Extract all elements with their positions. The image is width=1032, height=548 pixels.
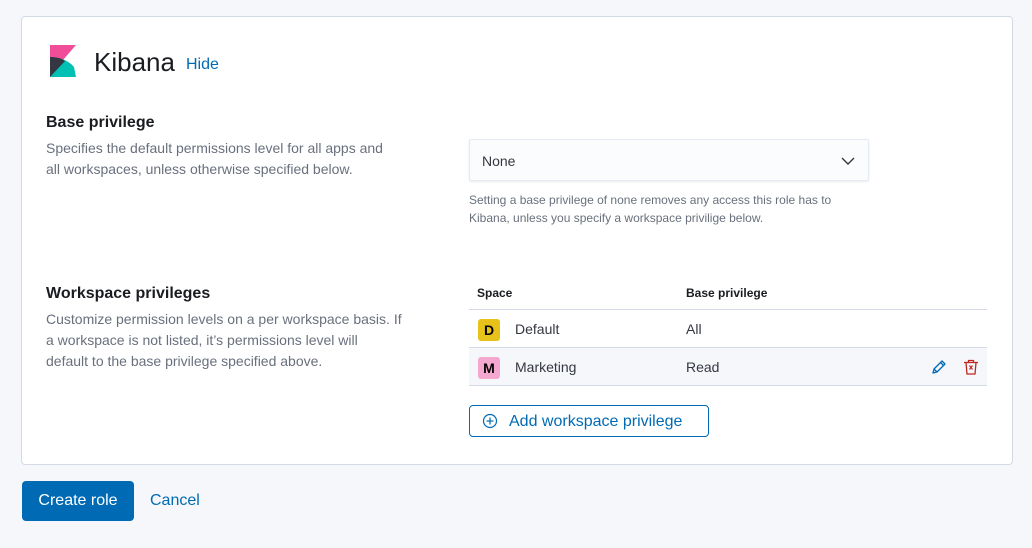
workspace-privileges-description: Customize permission levels on a per wor… xyxy=(46,311,402,369)
workspace-privileges-title: Workspace privileges xyxy=(46,285,211,302)
table-header: Space Base privilege xyxy=(469,280,987,310)
base-privilege-description: Specifies the default permissions level … xyxy=(46,140,383,177)
space-privilege: All xyxy=(686,321,702,337)
pencil-icon[interactable] xyxy=(930,358,948,376)
space-avatar: M xyxy=(478,357,500,379)
space-name: Marketing xyxy=(515,359,577,375)
kibana-logo xyxy=(50,45,76,77)
hide-link[interactable]: Hide xyxy=(186,56,219,74)
base-privilege-select[interactable]: None xyxy=(469,139,869,181)
create-role-label: Create role xyxy=(38,492,118,509)
column-header-space[interactable]: Space xyxy=(477,286,512,300)
cancel-button[interactable]: Cancel xyxy=(150,492,200,510)
add-workspace-privilege-label: Add workspace privilege xyxy=(509,413,683,430)
base-privilege-title: Base privilege xyxy=(46,114,155,131)
add-workspace-privilege-button[interactable]: Add workspace privilege xyxy=(469,405,709,437)
create-role-button[interactable]: Create role xyxy=(22,481,134,521)
chevron-down-icon xyxy=(841,157,855,165)
space-avatar: D xyxy=(478,319,500,341)
workspace-privileges-table: Space Base privilege D Default All M Mar… xyxy=(469,280,987,386)
table-row: D Default All xyxy=(469,310,987,348)
select-value: None xyxy=(482,153,516,169)
role-editor-panel: Kibana Hide Base privilege Specifies the… xyxy=(21,16,1013,465)
plus-circle-icon xyxy=(482,413,498,429)
column-header-base-privilege[interactable]: Base privilege xyxy=(686,286,767,300)
space-name: Default xyxy=(515,321,560,337)
space-privilege: Read xyxy=(686,359,720,375)
app-title: Kibana xyxy=(94,47,175,77)
base-privilege-help-text: Setting a base privilege of none removes… xyxy=(469,193,832,225)
table-row: M Marketing Read xyxy=(469,348,987,386)
trash-icon[interactable] xyxy=(962,358,980,376)
